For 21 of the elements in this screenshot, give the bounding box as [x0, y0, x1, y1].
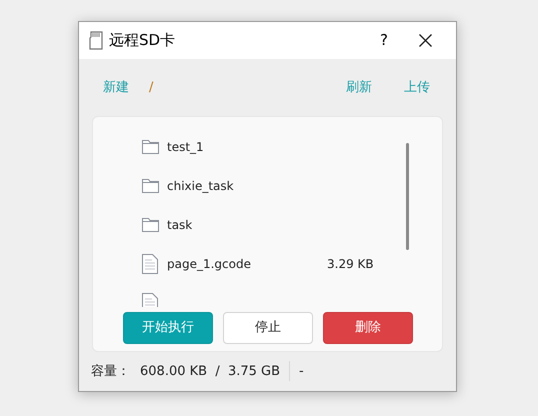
- document-icon: [142, 254, 158, 274]
- help-button[interactable]: ?: [369, 29, 399, 52]
- window-title: 远程SD卡: [109, 30, 176, 52]
- folder-icon: [142, 140, 159, 154]
- file-size: 3.29 KB: [327, 256, 374, 274]
- folder-name[interactable]: task: [167, 216, 327, 234]
- folder-name[interactable]: test_1: [167, 138, 327, 156]
- delete-button[interactable]: 删除: [323, 312, 413, 344]
- file-name[interactable]: page_1.gcode: [167, 255, 327, 274]
- document-icon: [142, 293, 158, 307]
- close-icon[interactable]: [419, 34, 432, 48]
- status-text: -: [299, 362, 304, 381]
- stop-button[interactable]: 停止: [223, 312, 313, 344]
- folder-icon: [142, 179, 159, 194]
- sd-card-icon: [89, 31, 103, 50]
- path-text: /: [149, 78, 154, 97]
- scrollbar[interactable]: [406, 142, 409, 250]
- capacity-value: 608.00 KB / 3.75 GB: [140, 362, 280, 381]
- folder-icon: [142, 218, 159, 232]
- folder-name[interactable]: chixie_task: [167, 177, 327, 196]
- capacity-label: 容量：: [91, 362, 130, 381]
